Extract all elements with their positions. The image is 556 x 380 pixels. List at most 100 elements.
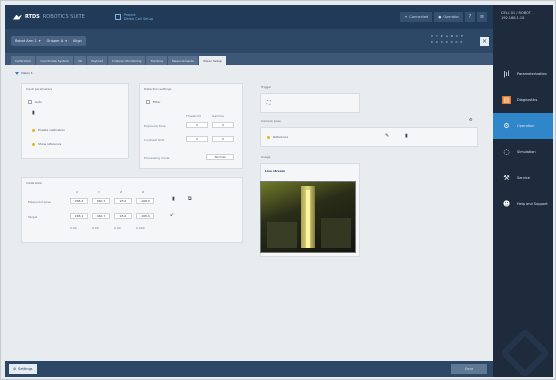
sidebar-item-label: Service <box>517 176 530 180</box>
camera-pose-status: Reference <box>267 135 288 139</box>
robot-selector[interactable]: Robot Arm 1 ▾ Gripper A ▾ Align <box>11 36 86 46</box>
sidebar-item[interactable]: ⚒ Service <box>493 165 553 191</box>
filter-label: Filter <box>153 100 161 104</box>
checkbox-box[interactable] <box>146 100 150 104</box>
settings-icon[interactable]: ⚙ <box>469 117 473 122</box>
calibration-value-input[interactable]: 268.4 <box>70 213 88 219</box>
calibration-delta: 0.00 <box>92 226 99 230</box>
contrast-gamma-input[interactable]: 0 <box>212 136 234 142</box>
axis-value: 0 <box>435 40 438 44</box>
sidebar-item[interactable]: ☻ Help and Support <box>493 191 553 217</box>
collapse-triangle-icon <box>15 71 19 75</box>
project-icon <box>114 14 121 20</box>
sidebar-item[interactable]: ǀıl Parameterization <box>493 61 553 87</box>
auto-label: Auto <box>35 100 42 104</box>
user-icon: ● <box>438 15 442 19</box>
radio-box[interactable] <box>28 100 32 104</box>
logo-mark-icon <box>13 14 22 20</box>
contrast-threshold-input[interactable]: 0 <box>186 136 208 142</box>
save-button[interactable]: Save <box>451 364 487 374</box>
input-parameters-panel: Input parameters Auto ▮ Enable calibrati… <box>21 83 129 159</box>
simulation-icon: ◌ <box>503 148 510 156</box>
sidebar-item[interactable]: ◌ Simulation <box>493 139 553 165</box>
tab-item[interactable]: Tracking <box>146 56 167 65</box>
close-button[interactable]: × <box>480 37 489 46</box>
calibration-value-input[interactable]: -168.9 <box>136 198 154 204</box>
image-title: Image <box>261 155 271 159</box>
axis-value: 0 <box>440 40 443 44</box>
footer-settings-button[interactable]: ⚙ Settings <box>9 364 37 374</box>
tab-item[interactable]: Measurements <box>167 56 199 65</box>
measured-pose-label: Measured pose <box>28 200 51 204</box>
tab-item[interactable]: Calibration <box>11 56 36 65</box>
tab-bar: Calibration Coordinate System I/O Payload Co… <box>5 53 493 65</box>
tab-item[interactable]: I/O <box>73 56 87 65</box>
sidebar-header: CELL 01 / ROBOT 192.168.1.10 <box>493 5 553 31</box>
trash-icon[interactable]: ▮ <box>172 196 175 202</box>
watermark-logo-icon <box>499 327 551 379</box>
project-selector[interactable]: Project Demo Cell Setup <box>114 13 153 21</box>
status2-label: Show reference <box>38 142 62 146</box>
detection-settings-panel: Detection settings Filter Threshold Gamm… <box>139 83 243 169</box>
status1-label: Enable calibration <box>38 128 66 132</box>
calibration-value-input[interactable]: 460.7 <box>92 198 110 204</box>
calibration-value-input[interactable]: 95.6 <box>114 198 132 204</box>
user-button[interactable]: ● Operator <box>434 12 463 22</box>
chevron-down-icon: ▾ <box>65 39 67 43</box>
calibration-column-header: X <box>76 190 79 194</box>
camera-image[interactable] <box>260 181 356 253</box>
gear-icon: ⚙ <box>13 367 17 371</box>
exposure-threshold-input[interactable]: 0 <box>186 122 208 128</box>
camera-pose-value: Reference <box>273 135 289 139</box>
status-dot <box>32 142 35 146</box>
connection-button[interactable]: ⚭ Connected <box>400 12 433 22</box>
camera-pose-panel: Reference ✎ ▮ <box>260 127 478 147</box>
calibration-column-header: Y <box>98 190 100 194</box>
calibration-value-input[interactable]: -168.9 <box>136 213 154 219</box>
service-tools-icon: ⚒ <box>503 174 510 182</box>
calibration-value-input[interactable]: 268.4 <box>70 198 88 204</box>
sidebar-item[interactable]: ⚙ Operation <box>493 113 553 139</box>
sidebar-head-line2: 192.168.1.10 <box>501 16 525 20</box>
delete-icon[interactable]: ▮ <box>405 133 408 139</box>
sidebar-item-label: Simulation <box>517 150 536 154</box>
calibration-column-header: R <box>142 190 145 194</box>
sidebar-item[interactable]: ▤ Diagnostics <box>493 87 553 113</box>
copy-icon[interactable]: ⧉ <box>188 196 192 202</box>
crop-icon[interactable]: ⛶ <box>267 100 271 106</box>
status-dot <box>267 135 270 139</box>
image-caption: Live stream <box>265 169 285 173</box>
filter-checkbox[interactable]: Filter <box>146 100 160 104</box>
axis-values: 0000000 <box>431 40 463 44</box>
footer-settings-label: Settings <box>18 367 33 371</box>
chevron-down-icon: ▾ <box>38 39 41 43</box>
tab-item[interactable]: Payload <box>87 56 107 65</box>
arrow-icon[interactable]: ↙ <box>170 212 174 218</box>
section-toggle[interactable]: Vision 1 <box>15 71 33 75</box>
tab-item[interactable]: Collision Monitoring <box>107 56 146 65</box>
col-header-gamma: Gamma <box>212 114 224 118</box>
calibration-value-input[interactable]: 95.6 <box>114 213 132 219</box>
tab-item[interactable]: Vision Setup <box>199 56 226 65</box>
calibration-panel: Calibration X Y Z R Measured pose Target 26… <box>21 177 243 243</box>
link-icon: ⚭ <box>404 15 408 19</box>
exposure-gamma-input[interactable]: 0 <box>212 122 234 128</box>
robot-label: Robot Arm 1 <box>15 39 37 43</box>
target-label: Target <box>28 215 38 219</box>
status-dot <box>32 128 35 132</box>
menu-button[interactable]: ≡ <box>477 12 487 22</box>
help-button[interactable]: ? <box>465 12 475 22</box>
processing-mode-select[interactable]: Normal <box>206 154 234 160</box>
header-actions: ⚭ Connected ● Operator ? ≡ <box>400 12 487 22</box>
auto-radio[interactable]: Auto <box>28 100 42 104</box>
operation-gear-icon: ⚙ <box>503 122 510 130</box>
sidebar-item-label: Operation <box>517 124 535 128</box>
calibration-value-input[interactable]: 460.7 <box>92 213 110 219</box>
application-window: RTDS ROBOTICS SUITE Project Demo Cell Se… <box>0 0 556 380</box>
axis-value: 0 <box>455 40 458 44</box>
axis-names: XYZABCE <box>431 34 463 38</box>
tab-item[interactable]: Coordinate System <box>36 56 73 65</box>
calibration-delta: 0.000 <box>136 226 145 230</box>
edit-pencil-icon[interactable]: ✎ <box>385 133 389 139</box>
sidebar-item-label: Parameterization <box>517 72 547 76</box>
